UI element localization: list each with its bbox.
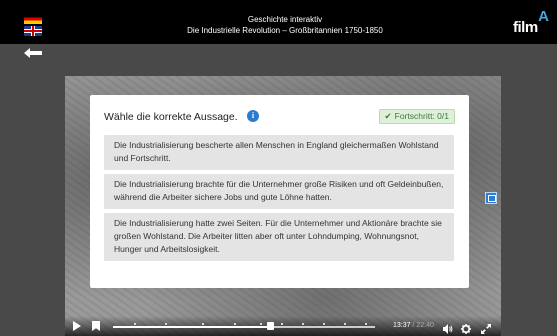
chapter-marker[interactable]	[301, 323, 304, 325]
uk-flag-icon[interactable]	[24, 26, 42, 36]
header-title-line1: Geschichte interaktiv	[247, 15, 323, 24]
seek-handle[interactable]	[267, 322, 275, 330]
quiz-card: Wähle die korrekte Aussage. i ✔ Fortschri…	[90, 95, 469, 288]
chapter-marker[interactable]	[165, 323, 168, 325]
seek-bar[interactable]	[113, 322, 375, 330]
time-display: 13:37 / 22:40	[393, 322, 434, 329]
chapter-marker[interactable]	[133, 323, 136, 325]
play-icon[interactable]	[73, 321, 81, 331]
info-icon[interactable]: i	[247, 110, 259, 122]
picture-icon[interactable]	[485, 192, 497, 204]
answer-option-2[interactable]: Die Industrialisierung brachte für die U…	[104, 174, 454, 209]
top-bar: Geschichte interaktiv Die Industrielle R…	[0, 0, 557, 44]
seek-bar-fill	[113, 326, 271, 328]
progress-label: Fortschritt: 0/1	[394, 111, 449, 121]
player-controls: 13:37 / 22:40	[65, 316, 501, 336]
settings-gear-icon[interactable]	[461, 321, 471, 334]
chapter-marker[interactable]	[364, 323, 367, 325]
brand-text: film	[513, 19, 538, 36]
brand-logo: film A	[513, 8, 549, 36]
total-time: 22:40	[416, 322, 434, 329]
check-icon: ✔	[384, 111, 392, 121]
bookmark-icon[interactable]	[92, 321, 100, 331]
language-switcher	[24, 14, 42, 38]
volume-icon[interactable]	[443, 321, 453, 334]
app-window: Geschichte interaktiv Die Industrielle R…	[0, 0, 557, 336]
header-title-line2: Die Industrielle Revolution – Großbritan…	[187, 26, 383, 35]
back-arrow-icon[interactable]	[24, 48, 42, 58]
chapter-marker[interactable]	[233, 323, 236, 325]
chapter-marker[interactable]	[280, 323, 283, 325]
quiz-question: Wähle die korrekte Aussage.	[104, 111, 238, 123]
brand-mark-icon: A	[538, 8, 549, 25]
chapter-marker[interactable]	[259, 323, 262, 325]
answer-option-3[interactable]: Die Industrialisierung hatte zwei Seiten…	[104, 213, 454, 261]
answer-option-1[interactable]: Die Industrialisierung bescherte allen M…	[104, 135, 454, 170]
progress-badge: ✔ Fortschritt: 0/1	[378, 109, 455, 124]
german-flag-icon[interactable]	[24, 14, 42, 24]
header-title: Geschichte interaktiv Die Industrielle R…	[150, 14, 420, 36]
chapter-marker[interactable]	[343, 323, 346, 325]
current-time: 13:37	[393, 322, 411, 329]
chapter-marker[interactable]	[202, 323, 205, 325]
chapter-marker[interactable]	[322, 323, 325, 325]
fullscreen-icon[interactable]	[481, 321, 491, 334]
